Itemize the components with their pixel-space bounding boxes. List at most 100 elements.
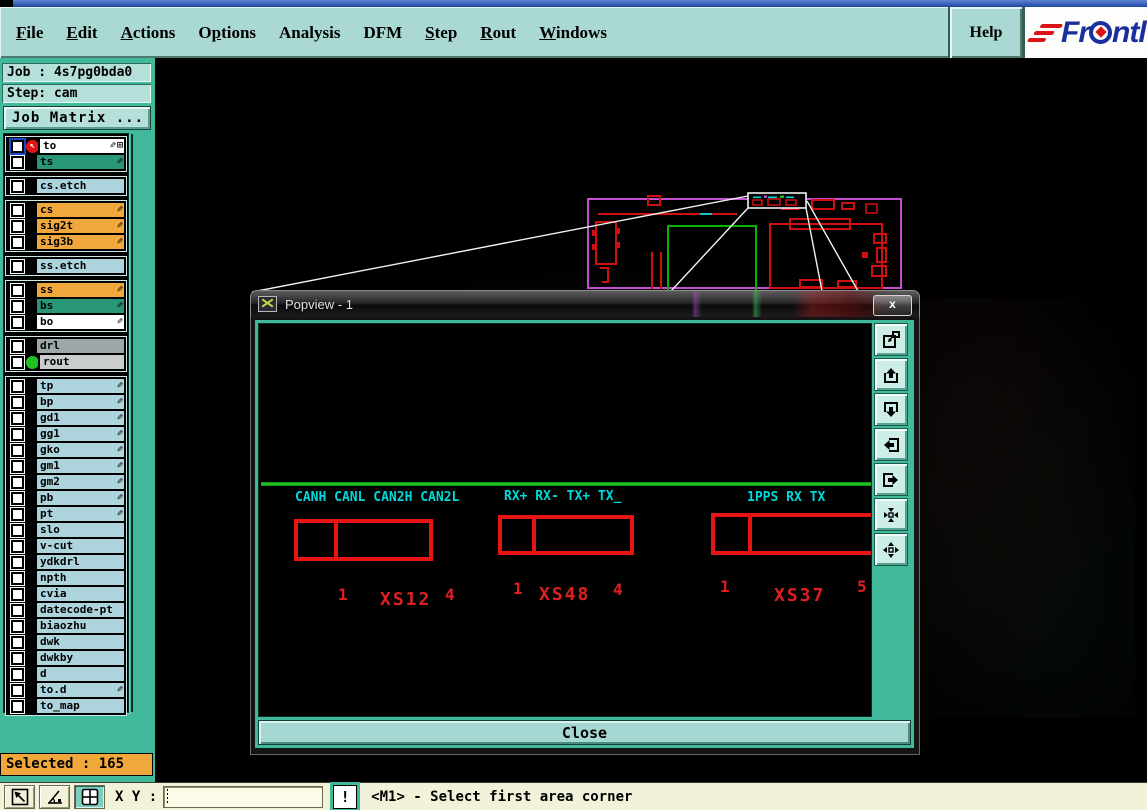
layer-visibility-checkbox[interactable] <box>11 283 24 297</box>
layer-visibility-checkbox[interactable] <box>11 619 24 633</box>
layer-visibility-checkbox[interactable] <box>11 539 24 553</box>
menu-item-edit[interactable]: Edit <box>66 23 97 43</box>
layer-visibility-checkbox[interactable] <box>11 651 24 665</box>
layer-visibility-checkbox[interactable] <box>11 235 24 249</box>
layer-visibility-checkbox[interactable] <box>11 315 24 329</box>
layer-name-cs.etch[interactable]: cs.etch <box>35 177 126 195</box>
layer-name-rout[interactable]: rout <box>38 353 126 371</box>
popview-canvas[interactable]: CANH CANL CAN2H CAN2L 1 XS12 4 RX+ RX- TX+ T… <box>258 323 872 717</box>
layer-visibility-checkbox[interactable] <box>11 523 24 537</box>
pencil-edit-icon[interactable]: ✎ <box>117 508 123 519</box>
layer-name-gg1[interactable]: gg1 ✎ <box>35 425 126 443</box>
layer-visibility-checkbox[interactable] <box>11 443 24 457</box>
menu-item-options[interactable]: Options <box>198 23 256 43</box>
alert-prompt-button[interactable]: ! <box>330 782 361 810</box>
layer-name-pt[interactable]: pt ✎ <box>35 505 126 523</box>
layer-name-v-cut[interactable]: v-cut <box>35 537 126 555</box>
menu-item-file[interactable]: File <box>16 23 43 43</box>
layer-visibility-checkbox[interactable] <box>11 555 24 569</box>
layer-name-to_map[interactable]: to_map <box>35 697 126 715</box>
menu-item-windows[interactable]: Windows <box>539 23 607 43</box>
pencil-edit-icon[interactable]: ✎ <box>110 140 116 151</box>
layer-name-tp[interactable]: tp ✎ <box>35 377 126 395</box>
layer-visibility-checkbox[interactable] <box>11 155 24 169</box>
measure-diagonal-button[interactable] <box>4 785 35 809</box>
pencil-edit-icon[interactable]: ✎ <box>117 396 123 407</box>
zoom-in-arrows-button[interactable] <box>874 498 908 531</box>
layer-visibility-checkbox[interactable] <box>11 587 24 601</box>
pencil-edit-icon[interactable]: ✎ <box>117 428 123 439</box>
layer-visibility-checkbox[interactable] <box>11 459 24 473</box>
layer-name-ss.etch[interactable]: ss.etch <box>35 257 126 275</box>
layer-name-bp[interactable]: bp ✎ <box>35 393 126 411</box>
pan-left-button[interactable] <box>874 428 908 461</box>
layer-name-to.d[interactable]: to.d ✎ <box>35 681 126 699</box>
layer-name-sig2t[interactable]: sig2t ✎ <box>35 217 126 235</box>
layer-visibility-checkbox[interactable] <box>11 139 24 153</box>
layer-name-d[interactable]: d <box>35 665 126 683</box>
layer-name-bo[interactable]: bo ✎ <box>35 313 126 331</box>
pan-down-button[interactable] <box>874 393 908 426</box>
pencil-edit-icon[interactable]: ✎ <box>117 236 123 247</box>
grid-snap-button[interactable] <box>74 785 105 809</box>
layer-name-gko[interactable]: gko ✎ <box>35 441 126 459</box>
layer-visibility-checkbox[interactable] <box>11 427 24 441</box>
layer-visibility-checkbox[interactable] <box>11 683 24 697</box>
layer-name-cs[interactable]: cs ✎ <box>35 201 126 219</box>
layer-name-bs[interactable]: bs ✎ <box>35 297 126 315</box>
zoom-out-arrows-button[interactable] <box>874 533 908 566</box>
layer-visibility-checkbox[interactable] <box>11 219 24 233</box>
pencil-edit-icon[interactable]: ✎ <box>117 444 123 455</box>
pan-up-button[interactable] <box>874 358 908 391</box>
layer-name-dwkby[interactable]: dwkby <box>35 649 126 667</box>
layer-visibility-checkbox[interactable] <box>11 635 24 649</box>
layer-visibility-checkbox[interactable] <box>11 395 24 409</box>
help-menu-item[interactable]: Help <box>970 24 1003 42</box>
pencil-edit-icon[interactable]: ✎ <box>117 684 123 695</box>
layer-visibility-checkbox[interactable] <box>11 491 24 505</box>
pencil-edit-icon[interactable]: ✎ <box>117 492 123 503</box>
pencil-edit-icon[interactable]: ✎ <box>117 204 123 215</box>
menu-item-dfm[interactable]: DFM <box>363 23 402 43</box>
layer-name-pb[interactable]: pb ✎ <box>35 489 126 507</box>
layer-visibility-checkbox[interactable] <box>11 259 24 273</box>
layer-name-gd1[interactable]: gd1 ✎ <box>35 409 126 427</box>
pencil-edit-icon[interactable]: ✎ <box>117 316 123 327</box>
layer-visibility-checkbox[interactable] <box>11 571 24 585</box>
pencil-edit-icon[interactable]: ✎ <box>117 380 123 391</box>
layer-visibility-checkbox[interactable] <box>11 699 24 713</box>
pencil-edit-icon[interactable]: ✎ <box>117 460 123 471</box>
layer-name-ydkdrl[interactable]: ydkdrl <box>35 553 126 571</box>
layer-name-to[interactable]: to ✎ ⊞ <box>38 137 126 155</box>
menu-item-rout[interactable]: Rout <box>480 23 516 43</box>
menu-item-step[interactable]: Step <box>425 23 457 43</box>
layer-visibility-checkbox[interactable] <box>11 203 24 217</box>
pencil-edit-icon[interactable]: ✎ <box>117 412 123 423</box>
layer-name-drl[interactable]: drl <box>35 337 126 355</box>
layer-visibility-checkbox[interactable] <box>11 667 24 681</box>
layer-name-cvia[interactable]: cvia <box>35 585 126 603</box>
pencil-edit-icon[interactable]: ✎ <box>117 156 123 167</box>
grid-mini-icon[interactable]: ⊞ <box>117 141 123 151</box>
layer-name-gm1[interactable]: gm1 ✎ <box>35 457 126 475</box>
pencil-edit-icon[interactable]: ✎ <box>117 300 123 311</box>
layer-visibility-checkbox[interactable] <box>11 379 24 393</box>
layer-name-slo[interactable]: slo <box>35 521 126 539</box>
layer-name-datecode-pt[interactable]: datecode-pt <box>35 601 126 619</box>
layer-visibility-checkbox[interactable] <box>11 339 24 353</box>
pencil-edit-icon[interactable]: ✎ <box>117 220 123 231</box>
layer-name-gm2[interactable]: gm2 ✎ <box>35 473 126 491</box>
layer-visibility-checkbox[interactable] <box>11 603 24 617</box>
menu-item-analysis[interactable]: Analysis <box>279 23 340 43</box>
layer-visibility-checkbox[interactable] <box>11 299 24 313</box>
job-matrix-button[interactable]: Job Matrix ... <box>3 106 151 130</box>
popview-titlebar[interactable]: Popview - 1 x <box>250 290 920 317</box>
pencil-edit-icon[interactable]: ✎ <box>117 284 123 295</box>
measure-angle-button[interactable] <box>39 785 70 809</box>
close-popview-button[interactable]: Close <box>258 720 911 745</box>
layer-visibility-checkbox[interactable] <box>11 355 24 369</box>
layer-name-biaozhu[interactable]: biaozhu <box>35 617 126 635</box>
pencil-edit-icon[interactable]: ✎ <box>117 476 123 487</box>
layer-name-dwk[interactable]: dwk <box>35 633 126 651</box>
layer-name-ts[interactable]: ts ✎ <box>35 153 126 171</box>
